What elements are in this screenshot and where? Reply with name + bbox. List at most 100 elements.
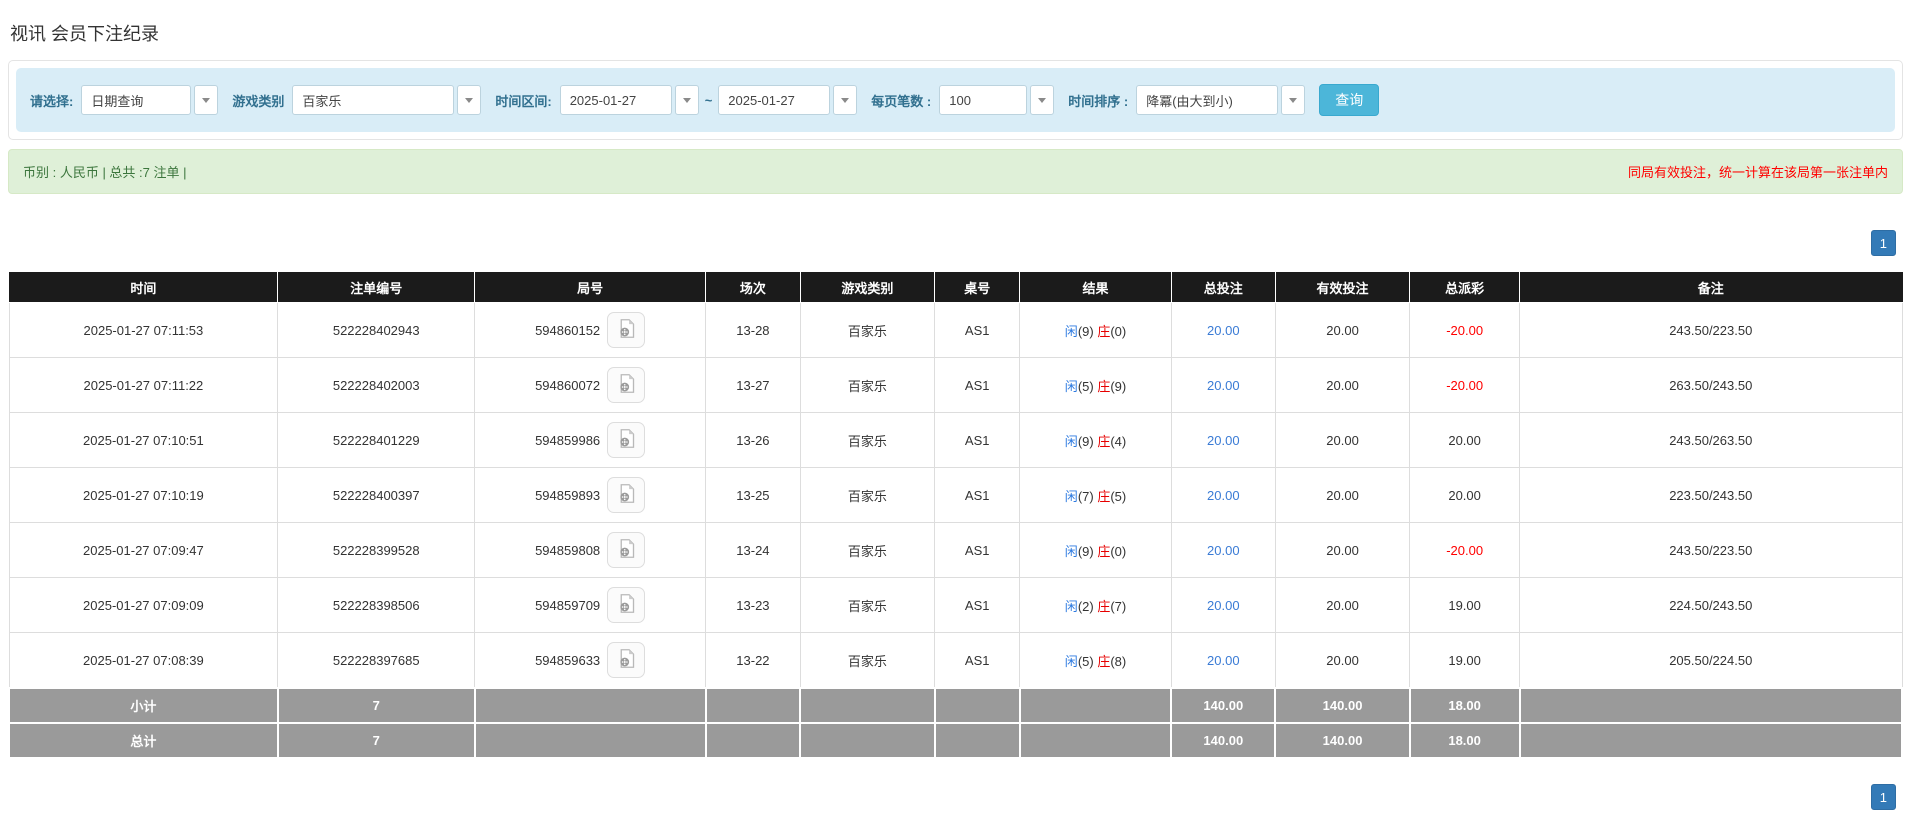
cell-session: 13-24	[705, 522, 801, 578]
total-bet-link[interactable]: 20.00	[1207, 543, 1240, 558]
total-bet-link[interactable]: 20.00	[1207, 653, 1240, 668]
column-header-table-no: 桌号	[934, 272, 1021, 303]
round-number: 594859709	[535, 597, 601, 613]
banker-result: 庄	[1097, 378, 1111, 394]
video-replay-file-icon	[616, 482, 637, 508]
currency-total-text: 币别 : 人民币 | 总共 :7 注单 |	[23, 165, 187, 180]
round-cell: 594859633	[479, 642, 701, 678]
cell-round-id: 594859808	[474, 522, 707, 578]
time-sort-dropdown-button[interactable]	[1281, 85, 1306, 115]
game-category-value[interactable]: 百家乐	[292, 85, 455, 115]
table-row: 2025-01-27 07:11:53 522228402943 594860152…	[8, 302, 1903, 358]
game-category-combobox: 百家乐	[292, 85, 482, 115]
player-result: 闲	[1064, 378, 1078, 394]
video-replay-button[interactable]	[607, 422, 646, 458]
cell-remark: 205.50/224.50	[1519, 632, 1903, 689]
column-header-result: 结果	[1019, 272, 1172, 303]
subtotal-row-cell-remark	[1518, 687, 1904, 724]
cell-bet-id: 522228401229	[277, 412, 476, 468]
round-cell: 594859986	[479, 422, 701, 458]
date-to-value[interactable]: 2025-01-27	[718, 85, 831, 115]
table-row: 2025-01-27 07:09:09 522228398506 594859709…	[8, 577, 1903, 633]
cell-time: 2025-01-27 07:10:51	[8, 412, 279, 468]
cell-payout: 20.00	[1409, 467, 1521, 523]
player-result: 闲	[1064, 598, 1078, 614]
total-bet-link[interactable]: 20.00	[1207, 323, 1240, 338]
banker-result: 庄	[1097, 323, 1111, 339]
cell-payout: -20.00	[1409, 302, 1521, 358]
cell-round-id: 594859709	[474, 577, 707, 633]
column-header-game-type: 游戏类别	[799, 272, 936, 303]
time-sort-combobox: 降冪(由大到小)	[1136, 85, 1306, 115]
player-score: (7)	[1077, 488, 1098, 504]
banker-result: 庄	[1097, 488, 1111, 504]
cell-remark: 243.50/263.50	[1519, 412, 1903, 468]
search-button[interactable]: 查询	[1319, 84, 1380, 116]
table-row: 2025-01-27 07:10:51 522228401229 594859986…	[8, 412, 1903, 468]
table-header-row: 时间 注单编号 局号 场次 游戏类别 桌号 结果 总投注 有效投注 总派彩 备注	[8, 272, 1903, 303]
cell-time: 2025-01-27 07:11:22	[8, 357, 279, 413]
player-score: (2)	[1077, 598, 1098, 614]
total-bet-link[interactable]: 20.00	[1207, 378, 1240, 393]
total-row-cell-table-no	[933, 722, 1021, 759]
video-replay-button[interactable]	[607, 367, 646, 403]
bet-records-table: 时间 注单编号 局号 场次 游戏类别 桌号 结果 总投注 有效投注 总派彩 备注 2025-01-2…	[8, 272, 1904, 759]
per-page-dropdown-button[interactable]	[1030, 85, 1055, 115]
cell-result: 闲(9) 庄(0)	[1019, 522, 1172, 578]
cell-bet-id: 522228402943	[277, 302, 476, 358]
cell-result: 闲(9) 庄(0)	[1019, 302, 1172, 358]
query-type-dropdown-button[interactable]	[194, 85, 219, 115]
round-cell: 594859709	[479, 587, 701, 623]
cell-time: 2025-01-27 07:10:19	[8, 467, 279, 523]
total-row-cell-time: 总计	[8, 722, 279, 759]
cell-session: 13-28	[705, 302, 801, 358]
round-cell: 594859893	[479, 477, 701, 513]
date-from-value[interactable]: 2025-01-27	[559, 85, 672, 115]
banker-score: (0)	[1110, 543, 1127, 559]
video-replay-button[interactable]	[607, 477, 646, 513]
column-header-valid-bet: 有效投注	[1274, 272, 1411, 303]
subtotal-row-cell-time: 小计	[8, 687, 279, 724]
total-bet-link[interactable]: 20.00	[1207, 488, 1240, 503]
total-bet-link[interactable]: 20.00	[1207, 598, 1240, 613]
cell-valid-bet: 20.00	[1274, 357, 1411, 413]
game-category-dropdown-button[interactable]	[457, 85, 482, 115]
cell-valid-bet: 20.00	[1274, 632, 1411, 689]
cell-game-type: 百家乐	[799, 577, 936, 633]
date-from-dropdown-button[interactable]	[674, 85, 699, 115]
cell-table-no: AS1	[934, 522, 1021, 578]
date-to-picker: 2025-01-27	[718, 85, 858, 115]
filter-panel: 请选择: 日期查询 游戏类别 百家乐 时间区间: 2025-01-27 ~ 20…	[8, 60, 1903, 140]
page-title: 视讯 会员下注纪录	[10, 24, 160, 44]
video-replay-button[interactable]	[607, 642, 646, 678]
chevron-down-icon	[202, 97, 211, 103]
chevron-down-icon	[465, 97, 474, 103]
cell-remark: 263.50/243.50	[1519, 357, 1903, 413]
cell-session: 13-25	[705, 467, 801, 523]
cell-total-bet: 20.00	[1170, 577, 1276, 633]
page-1-button[interactable]: 1	[1870, 784, 1896, 810]
chevron-down-icon	[682, 97, 691, 103]
cell-total-bet: 20.00	[1170, 632, 1276, 689]
cell-round-id: 594859893	[474, 467, 707, 523]
banker-score: (5)	[1110, 488, 1127, 504]
page: 视讯 会员下注纪录 请选择: 日期查询 游戏类别 百家乐 时间区间: 2025-…	[0, 0, 1911, 810]
total-bet-link[interactable]: 20.00	[1207, 433, 1240, 448]
subtotal-row-cell-total-bet: 140.00	[1170, 687, 1277, 724]
game-category-label: 游戏类别	[232, 93, 285, 109]
video-replay-button[interactable]	[607, 312, 646, 348]
table-body: 2025-01-27 07:11:53 522228402943 594860152…	[8, 302, 1904, 759]
column-header-payout: 总派彩	[1409, 272, 1521, 303]
date-to-dropdown-button[interactable]	[833, 85, 858, 115]
cell-remark: 224.50/243.50	[1519, 577, 1903, 633]
cell-bet-id: 522228399528	[277, 522, 476, 578]
video-replay-button[interactable]	[607, 587, 646, 623]
page-1-button[interactable]: 1	[1870, 230, 1896, 256]
query-type-combobox: 日期查询	[81, 85, 219, 115]
query-type-value[interactable]: 日期查询	[81, 85, 192, 115]
cell-payout: 20.00	[1409, 412, 1521, 468]
cell-result: 闲(7) 庄(5)	[1019, 467, 1172, 523]
time-sort-value[interactable]: 降冪(由大到小)	[1136, 85, 1279, 115]
per-page-value[interactable]: 100	[939, 85, 1028, 115]
video-replay-button[interactable]	[607, 532, 646, 568]
